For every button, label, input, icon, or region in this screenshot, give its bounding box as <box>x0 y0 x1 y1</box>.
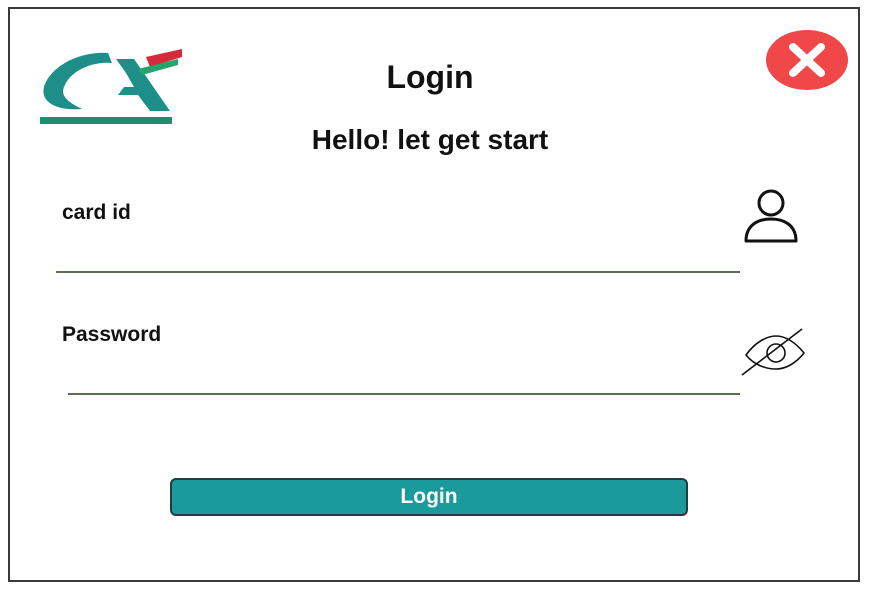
close-button[interactable] <box>765 29 849 91</box>
card-id-input[interactable] <box>56 239 740 273</box>
password-input[interactable] <box>68 361 740 395</box>
page-subtitle: Hello! let get start <box>311 124 549 155</box>
eye-off-icon[interactable] <box>740 327 808 379</box>
login-button[interactable]: Login <box>170 478 688 516</box>
page-title: Login <box>386 59 474 95</box>
password-label: Password <box>62 323 162 346</box>
login-dialog: Login Hello! let get start card id Passw… <box>8 7 860 582</box>
card-id-label: card id <box>62 201 131 224</box>
user-icon <box>744 189 798 243</box>
